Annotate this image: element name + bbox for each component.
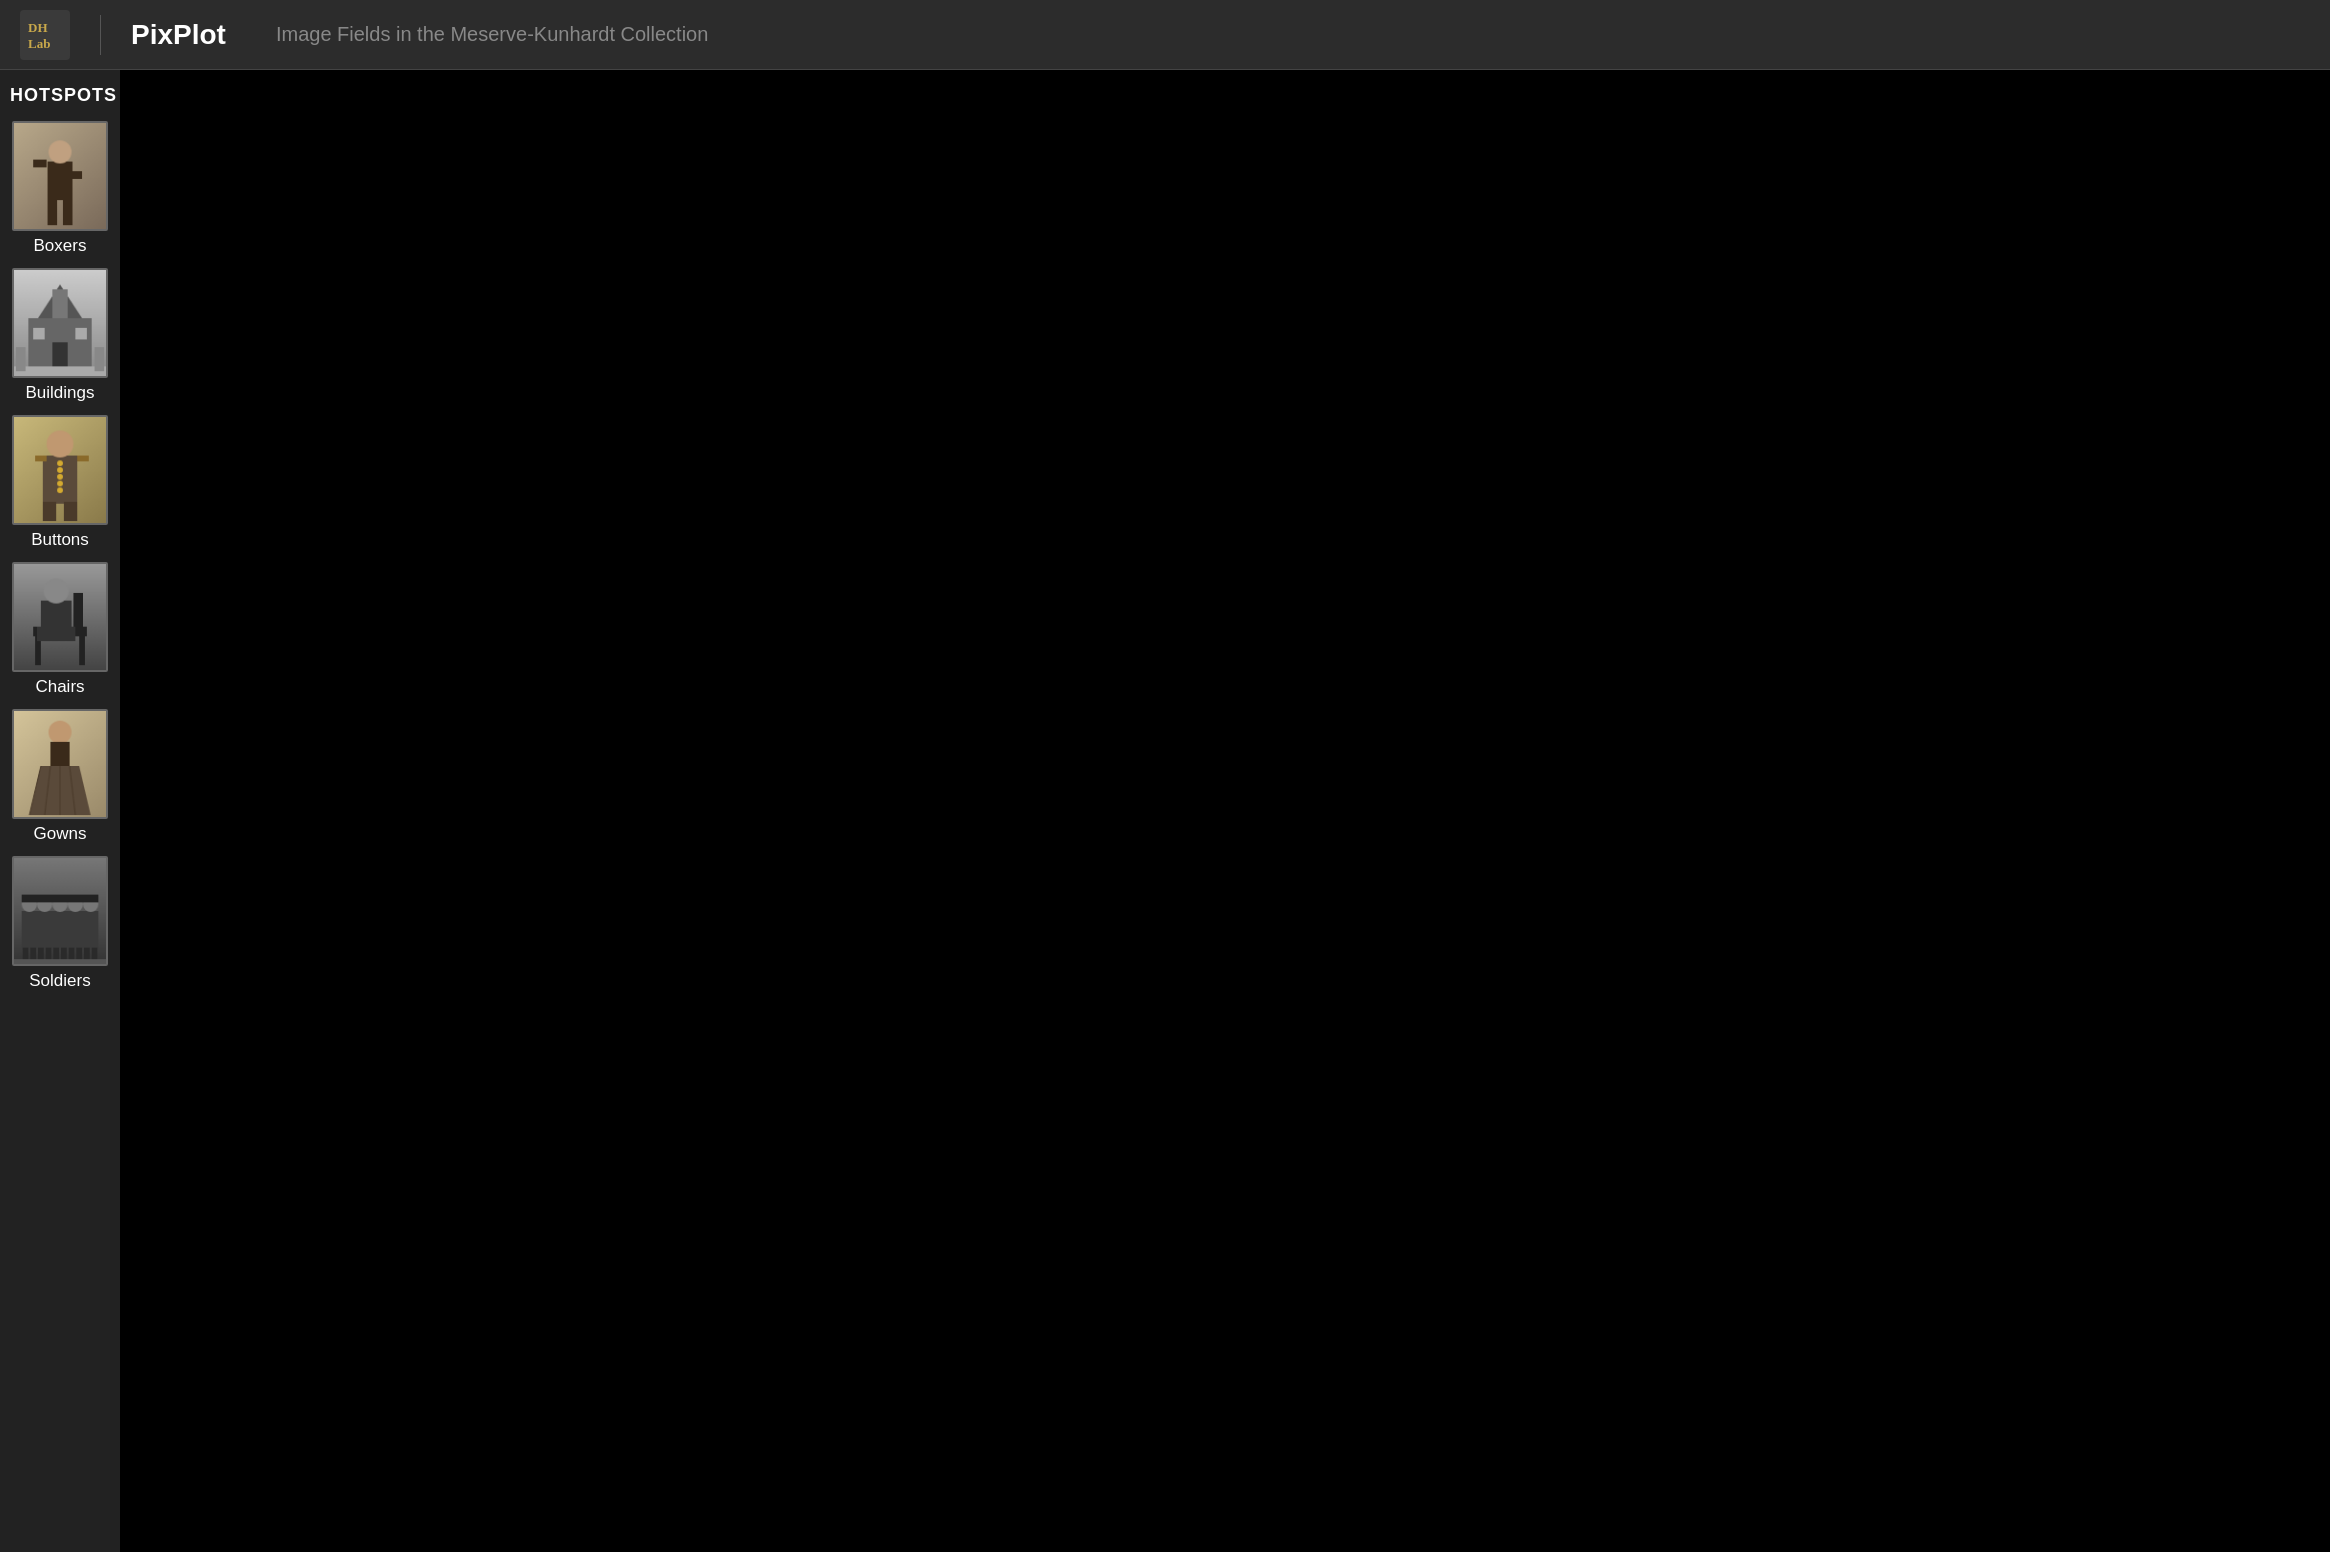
app-header: DH Lab PixPlot Image Fields in the Meser… [0, 0, 2330, 70]
hotspot-name-boxers: Boxers [34, 236, 87, 256]
hotspot-thumb-boxers [12, 121, 108, 231]
hotspot-name-buttons: Buttons [31, 530, 89, 550]
hotspots-label: HOTSPOTS [10, 85, 110, 106]
visualization-area[interactable] [120, 70, 2330, 1552]
hotspot-thumb-gowns [12, 709, 108, 819]
app-subtitle: Image Fields in the Meserve-Kunhardt Col… [276, 23, 708, 46]
sidebar: HOTSPOTS Boxers Buildings Bu [0, 70, 120, 1552]
main-layout: HOTSPOTS Boxers Buildings Bu [0, 70, 2330, 1552]
hotspot-item-buttons[interactable]: Buttons [10, 415, 110, 550]
hotspot-name-buildings: Buildings [26, 383, 95, 403]
svg-rect-0 [20, 10, 70, 60]
svg-text:DH: DH [28, 20, 48, 35]
hotspot-name-chairs: Chairs [35, 677, 84, 697]
hotspot-name-soldiers: Soldiers [29, 971, 90, 991]
hotspot-thumb-buildings [12, 268, 108, 378]
hotspot-item-chairs[interactable]: Chairs [10, 562, 110, 697]
hotspot-name-gowns: Gowns [34, 824, 87, 844]
hotspot-thumb-chairs [12, 562, 108, 672]
hotspot-thumb-buttons [12, 415, 108, 525]
hotspot-item-gowns[interactable]: Gowns [10, 709, 110, 844]
viz-canvas[interactable] [120, 70, 2330, 1552]
dh-lab-logo: DH Lab [20, 10, 70, 60]
hotspot-list: Boxers Buildings Buttons C [10, 121, 110, 991]
app-title: PixPlot [131, 19, 226, 51]
hotspot-thumb-soldiers [12, 856, 108, 966]
header-divider [100, 15, 101, 55]
svg-text:Lab: Lab [28, 36, 50, 51]
hotspot-item-boxers[interactable]: Boxers [10, 121, 110, 256]
hotspot-item-soldiers[interactable]: Soldiers [10, 856, 110, 991]
logo-area: DH Lab [20, 10, 70, 60]
hotspot-item-buildings[interactable]: Buildings [10, 268, 110, 403]
